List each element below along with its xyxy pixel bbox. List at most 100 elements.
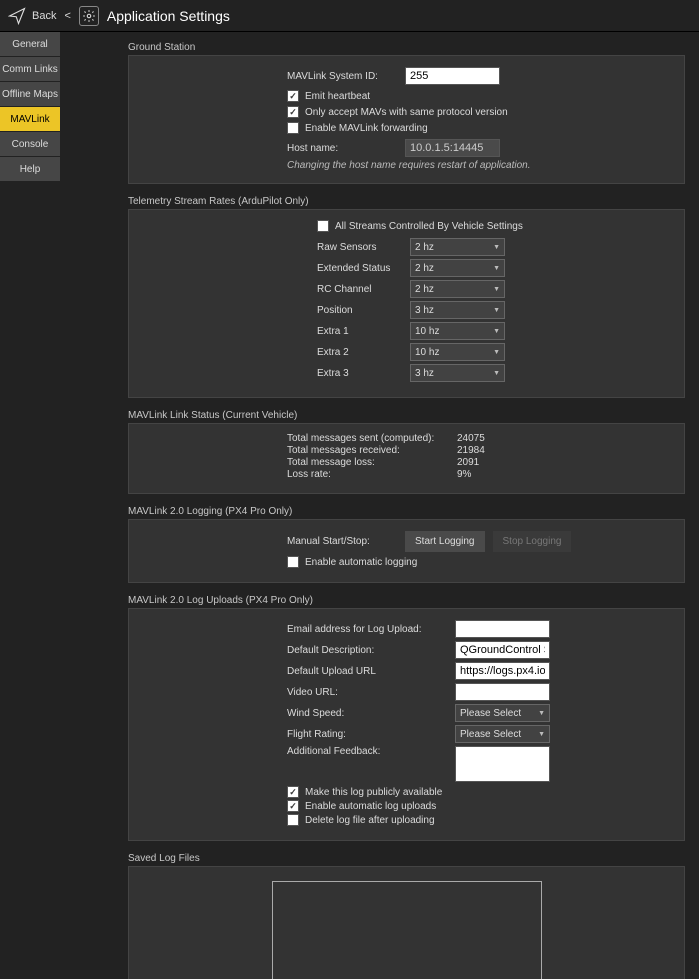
telemetry-row: Extended Status 2 hz ▼ xyxy=(317,259,674,277)
chevron-down-icon: ▼ xyxy=(493,328,500,335)
link-status-label: Total message loss: xyxy=(287,457,457,468)
delete-after-label: Delete log file after uploading xyxy=(305,815,435,826)
telemetry-row-label: Extra 1 xyxy=(317,326,402,337)
emit-heartbeat-checkbox[interactable] xyxy=(287,90,299,102)
make-public-checkbox[interactable] xyxy=(287,786,299,798)
rating-select-value: Please Select xyxy=(460,729,521,740)
chevron-down-icon: ▼ xyxy=(538,731,545,738)
rating-select[interactable]: Please Select ▼ xyxy=(455,725,550,743)
telemetry-row-label: Extended Status xyxy=(317,263,402,274)
desc-label: Default Description: xyxy=(287,645,447,656)
chevron-down-icon: ▼ xyxy=(493,370,500,377)
section-title-telemetry: Telemetry Stream Rates (ArduPilot Only) xyxy=(128,192,685,209)
back-button[interactable]: Back xyxy=(32,10,56,22)
telemetry-row: Extra 3 3 hz ▼ xyxy=(317,364,674,382)
link-status-label: Loss rate: xyxy=(287,469,457,480)
link-status-label: Total messages received: xyxy=(287,445,457,456)
sidebar-item-help[interactable]: Help xyxy=(0,157,60,182)
wind-select-value: Please Select xyxy=(460,708,521,719)
system-id-input[interactable] xyxy=(405,67,500,85)
sidebar-item-mavlink[interactable]: MAVLink xyxy=(0,107,60,132)
telemetry-row-label: Extra 3 xyxy=(317,368,402,379)
link-status-value: 24075 xyxy=(457,433,517,444)
telemetry-select-value: 3 hz xyxy=(415,368,434,379)
telemetry-select[interactable]: 3 hz ▼ xyxy=(410,364,505,382)
chevron-down-icon: ▼ xyxy=(493,265,500,272)
email-label: Email address for Log Upload: xyxy=(287,624,447,635)
paper-plane-icon[interactable] xyxy=(8,7,26,25)
desc-input[interactable] xyxy=(455,641,550,659)
telemetry-select-value: 10 hz xyxy=(415,326,439,337)
sidebar-item-offline-maps[interactable]: Offline Maps xyxy=(0,82,60,107)
panel-ground-station: MAVLink System ID: Emit heartbeat Only a… xyxy=(128,55,685,184)
telemetry-select[interactable]: 2 hz▼ xyxy=(410,280,505,298)
telemetry-select[interactable]: 2 hz ▼ xyxy=(410,238,505,256)
sidebar: General Comm Links Offline Maps MAVLink … xyxy=(0,32,60,979)
wind-label: Wind Speed: xyxy=(287,708,447,719)
panel-link-status: Total messages sent (computed):24075Tota… xyxy=(128,423,685,494)
rating-label: Flight Rating: xyxy=(287,729,447,740)
stop-logging-button: Stop Logging xyxy=(493,531,572,552)
panel-uploads: Email address for Log Upload: Default De… xyxy=(128,608,685,841)
log-file-list[interactable] xyxy=(272,881,542,979)
sidebar-item-console[interactable]: Console xyxy=(0,132,60,157)
email-input[interactable] xyxy=(455,620,550,638)
app-header: Back < Application Settings xyxy=(0,0,699,32)
start-logging-button[interactable]: Start Logging xyxy=(405,531,485,552)
content-area: Ground Station MAVLink System ID: Emit h… xyxy=(60,32,699,979)
telemetry-select-value: 3 hz xyxy=(415,305,434,316)
chevron-down-icon: ▼ xyxy=(493,286,500,293)
link-status-row: Total message loss:2091 xyxy=(287,457,674,468)
telemetry-row-label: RC Channel xyxy=(317,284,402,295)
delete-after-checkbox[interactable] xyxy=(287,814,299,826)
enable-auto-logging-label: Enable automatic logging xyxy=(305,557,417,568)
link-status-value: 9% xyxy=(457,469,517,480)
link-status-row: Total messages received:21984 xyxy=(287,445,674,456)
sidebar-item-comm-links[interactable]: Comm Links xyxy=(0,57,60,82)
all-streams-label: All Streams Controlled By Vehicle Settin… xyxy=(335,221,523,232)
section-title-logging: MAVLink 2.0 Logging (PX4 Pro Only) xyxy=(128,502,685,519)
emit-heartbeat-label: Emit heartbeat xyxy=(305,91,370,102)
url-input[interactable] xyxy=(455,662,550,680)
telemetry-row-label: Extra 2 xyxy=(317,347,402,358)
page-title: Application Settings xyxy=(107,8,230,24)
section-title-uploads: MAVLink 2.0 Log Uploads (PX4 Pro Only) xyxy=(128,591,685,608)
chevron-down-icon: ▼ xyxy=(493,307,500,314)
section-title-ground-station: Ground Station xyxy=(128,38,685,55)
panel-telemetry: All Streams Controlled By Vehicle Settin… xyxy=(128,209,685,398)
telemetry-select[interactable]: 10 hz ▼ xyxy=(410,343,505,361)
chevron-down-icon: ▼ xyxy=(493,244,500,251)
video-input[interactable] xyxy=(455,683,550,701)
panel-logging: Manual Start/Stop: Start Logging Stop Lo… xyxy=(128,519,685,583)
telemetry-select[interactable]: 3 hz ▼ xyxy=(410,301,505,319)
link-status-label: Total messages sent (computed): xyxy=(287,433,457,444)
telemetry-select-value: 2 hz xyxy=(415,263,434,274)
settings-icon[interactable] xyxy=(79,6,99,26)
only-accept-checkbox[interactable] xyxy=(287,106,299,118)
link-status-row: Loss rate:9% xyxy=(287,469,674,480)
link-status-value: 21984 xyxy=(457,445,517,456)
telemetry-row-label: Raw Sensors xyxy=(317,242,402,253)
telemetry-select-value: 10 hz xyxy=(415,347,439,358)
host-name-input[interactable] xyxy=(405,139,500,157)
enable-auto-upload-checkbox[interactable] xyxy=(287,800,299,812)
telemetry-select[interactable]: 2 hz ▼ xyxy=(410,259,505,277)
enable-auto-upload-label: Enable automatic log uploads xyxy=(305,801,436,812)
telemetry-row: Extra 1 10 hz ▼ xyxy=(317,322,674,340)
host-name-label: Host name: xyxy=(287,143,397,154)
video-label: Video URL: xyxy=(287,687,447,698)
wind-select[interactable]: Please Select ▼ xyxy=(455,704,550,722)
enable-auto-logging-checkbox[interactable] xyxy=(287,556,299,568)
all-streams-checkbox[interactable] xyxy=(317,220,329,232)
chevron-down-icon: ▼ xyxy=(538,710,545,717)
system-id-label: MAVLink System ID: xyxy=(287,71,397,82)
telemetry-select[interactable]: 10 hz ▼ xyxy=(410,322,505,340)
enable-forwarding-label: Enable MAVLink forwarding xyxy=(305,123,428,134)
telemetry-select-value: 2 hz xyxy=(415,242,434,253)
sidebar-item-general[interactable]: General xyxy=(0,32,60,57)
only-accept-label: Only accept MAVs with same protocol vers… xyxy=(305,107,508,118)
link-status-value: 2091 xyxy=(457,457,517,468)
chevron-down-icon: ▼ xyxy=(493,349,500,356)
enable-forwarding-checkbox[interactable] xyxy=(287,122,299,134)
feedback-textarea[interactable] xyxy=(455,746,550,782)
